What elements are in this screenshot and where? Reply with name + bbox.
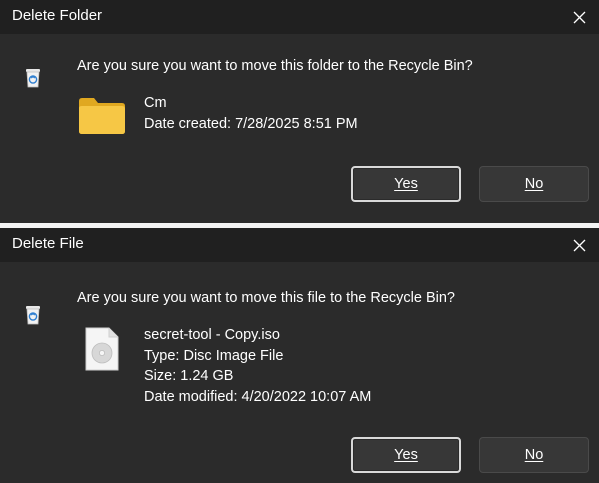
item-date-modified: Date modified: 4/20/2022 10:07 AM [144,388,372,405]
item-type: Type: Disc Image File [144,347,284,364]
yes-button[interactable]: Yes [351,166,461,202]
close-icon [573,11,585,23]
item-details: secret-tool - Copy.iso Type: Disc Image … [144,325,371,407]
recycle-bin-icon [26,306,40,325]
no-button[interactable]: No [479,166,589,202]
titlebar: Delete Folder [0,0,599,34]
item-name: secret-tool - Copy.iso [144,327,280,343]
delete-folder-dialog: Delete Folder Are you sure you want to m… [0,0,599,223]
item-size: Size: 1.24 GB [144,368,234,384]
dialog-title: Delete Folder [12,7,103,24]
disc-image-icon [85,327,119,371]
recycle-bin-icon [26,69,40,88]
titlebar: Delete File [0,228,599,262]
folder-icon [79,98,125,134]
no-button[interactable]: No [479,437,589,473]
delete-file-dialog: Delete File Are you sure you want to mov… [0,228,599,483]
item-date-created: Date created: 7/28/2025 8:51 PM [144,115,358,132]
item-name: Cm [144,95,167,111]
item-details: Cm Date created: 7/28/2025 8:51 PM [144,93,358,134]
yes-button[interactable]: Yes [351,437,461,473]
confirmation-question: Are you sure you want to move this file … [77,290,455,306]
close-icon [573,239,585,251]
dialog-title: Delete File [12,235,84,252]
confirmation-question: Are you sure you want to move this folde… [77,58,473,74]
close-button[interactable] [559,0,599,34]
close-button[interactable] [559,228,599,262]
